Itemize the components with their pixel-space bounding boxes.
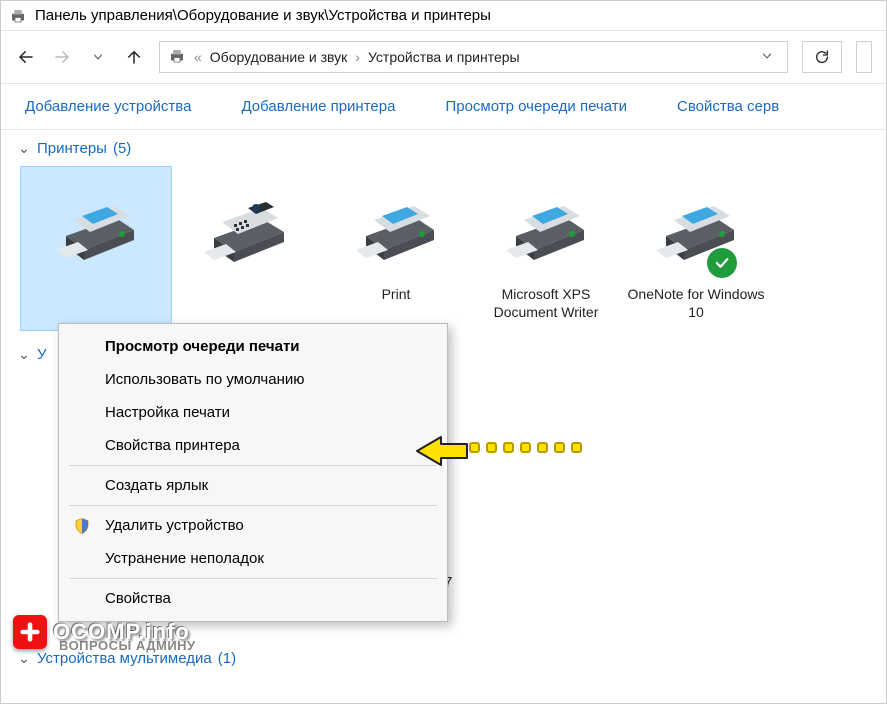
printer-icon bbox=[644, 175, 749, 280]
cm-properties[interactable]: Свойства bbox=[61, 582, 445, 615]
printer-icon bbox=[44, 175, 149, 280]
devices-printers-icon bbox=[9, 7, 27, 25]
device-item-selected[interactable] bbox=[21, 167, 171, 330]
device-item-fax[interactable] bbox=[171, 167, 321, 330]
recent-dropdown[interactable] bbox=[87, 46, 109, 68]
cm-remove-device[interactable]: Удалить устройство bbox=[61, 509, 445, 542]
device-item-onenote[interactable]: OneNote for Windows 10 bbox=[621, 167, 771, 330]
add-device-link[interactable]: Добавление устройства bbox=[25, 98, 191, 115]
group-label: Принтеры bbox=[37, 140, 107, 157]
breadcrumb-segment-hardware-sound[interactable]: Оборудование и звук bbox=[210, 49, 348, 65]
cm-create-shortcut[interactable]: Создать ярлык bbox=[61, 469, 445, 502]
chevron-down-icon: ⌄ bbox=[17, 650, 31, 667]
search-box-partial[interactable] bbox=[856, 41, 872, 73]
chevron-down-icon: ⌄ bbox=[17, 346, 31, 363]
group-header-multimedia[interactable]: ⌄ Устройства мультимедиа (1) bbox=[15, 640, 238, 677]
cm-print-settings[interactable]: Настройка печати bbox=[61, 396, 445, 429]
separator bbox=[69, 465, 437, 466]
address-bar[interactable]: « Оборудование и звук › Устройства и при… bbox=[159, 41, 788, 73]
view-queue-link[interactable]: Просмотр очереди печати bbox=[445, 98, 627, 115]
breadcrumb-separator: › bbox=[355, 49, 360, 65]
add-printer-link[interactable]: Добавление принтера bbox=[241, 98, 395, 115]
breadcrumb-overflow[interactable]: « bbox=[194, 49, 202, 65]
devices-printers-icon bbox=[168, 47, 186, 68]
printer-items: Print Microsoft XPS Document Writer bbox=[15, 167, 872, 330]
annotation-dotted-line bbox=[469, 442, 582, 453]
device-label: Microsoft XPS Document Writer bbox=[475, 286, 617, 322]
group-count: (1) bbox=[218, 650, 236, 667]
separator bbox=[69, 505, 437, 506]
forward-button[interactable] bbox=[51, 46, 73, 68]
titlebar: Панель управления\Оборудование и звук\Ус… bbox=[1, 1, 886, 31]
cm-view-queue[interactable]: Просмотр очереди печати bbox=[61, 330, 445, 363]
group-header-printers[interactable]: ⌄ Принтеры (5) bbox=[15, 130, 872, 167]
printer-icon bbox=[344, 175, 449, 280]
group-label: Устройства мультимедиа bbox=[37, 650, 212, 667]
navbar: « Оборудование и звук › Устройства и при… bbox=[1, 31, 886, 84]
group-label: У bbox=[37, 346, 47, 363]
cm-printer-props[interactable]: Свойства принтера bbox=[61, 429, 445, 462]
default-check-icon bbox=[707, 248, 737, 278]
chevron-down-icon: ⌄ bbox=[17, 140, 31, 157]
context-menu: Просмотр очереди печати Использовать по … bbox=[58, 323, 448, 622]
separator bbox=[69, 578, 437, 579]
window-title: Панель управления\Оборудование и звук\Ус… bbox=[35, 7, 491, 24]
printer-icon bbox=[494, 175, 599, 280]
device-label: OneNote for Windows 10 bbox=[625, 286, 767, 322]
device-item-print[interactable]: Print bbox=[321, 167, 471, 330]
refresh-button[interactable] bbox=[802, 41, 842, 73]
address-dropdown[interactable] bbox=[755, 49, 779, 65]
device-item-xps[interactable]: Microsoft XPS Document Writer bbox=[471, 167, 621, 330]
group-count: (5) bbox=[113, 140, 131, 157]
device-label: Print bbox=[382, 286, 411, 322]
command-bar: Добавление устройства Добавление принтер… bbox=[1, 84, 886, 130]
uac-shield-icon bbox=[73, 517, 91, 535]
cm-troubleshoot[interactable]: Устранение неполадок bbox=[61, 542, 445, 575]
up-button[interactable] bbox=[123, 46, 145, 68]
breadcrumb-segment-devices-printers[interactable]: Устройства и принтеры bbox=[368, 49, 520, 65]
server-props-link[interactable]: Свойства серв bbox=[677, 98, 779, 115]
fax-icon bbox=[194, 175, 299, 280]
back-button[interactable] bbox=[15, 46, 37, 68]
cm-set-default[interactable]: Использовать по умолчанию bbox=[61, 363, 445, 396]
cm-remove-device-label: Удалить устройство bbox=[105, 517, 244, 534]
